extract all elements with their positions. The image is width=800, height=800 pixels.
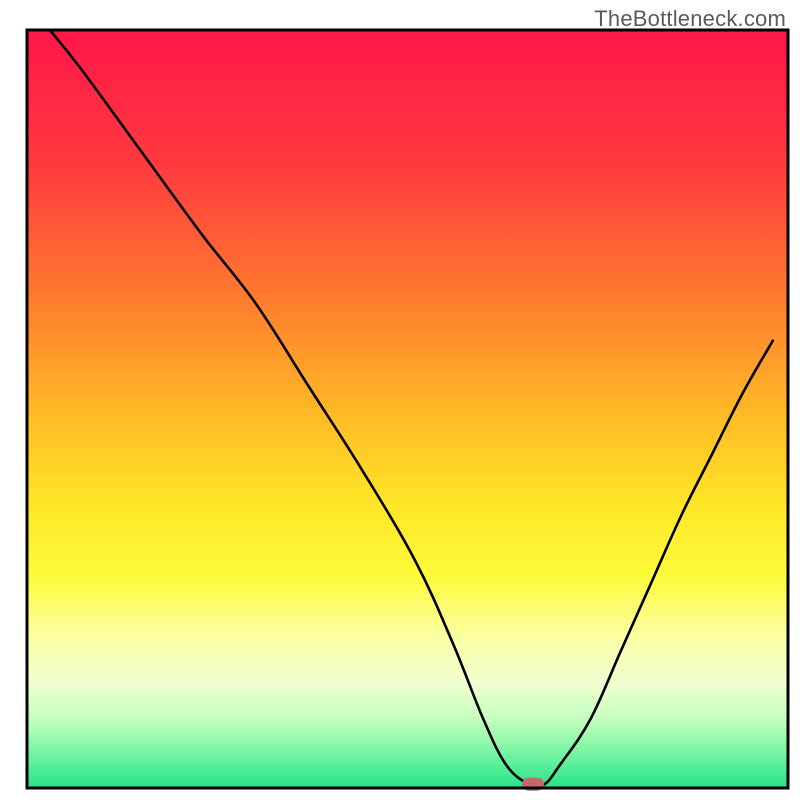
watermark-label: TheBottleneck.com bbox=[594, 6, 786, 32]
gradient-background bbox=[27, 30, 788, 788]
bottleneck-chart bbox=[0, 0, 800, 800]
chart-container: TheBottleneck.com bbox=[0, 0, 800, 800]
